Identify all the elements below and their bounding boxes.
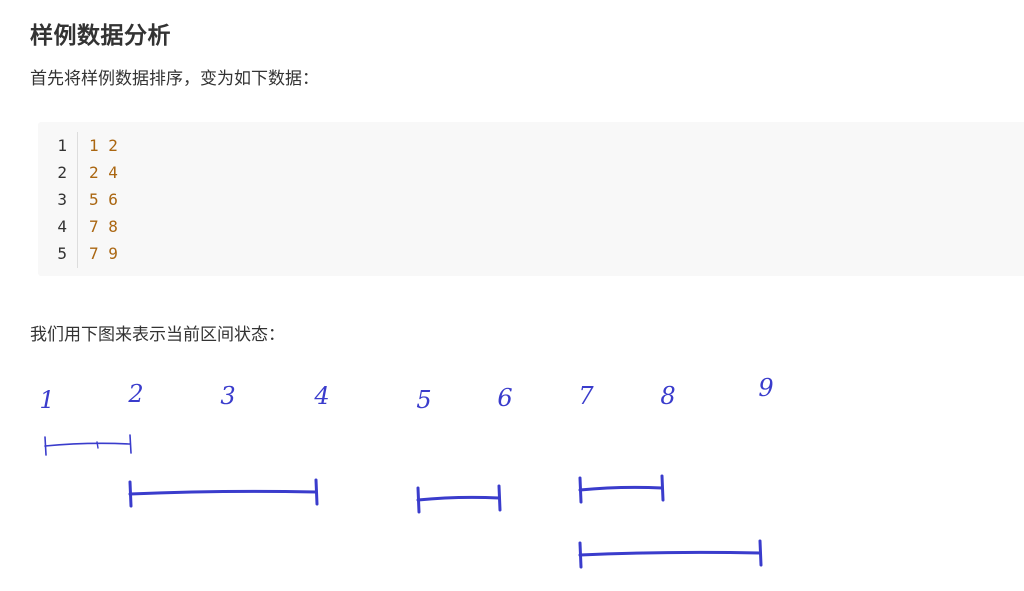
sketch-number-label: 9 bbox=[758, 374, 773, 402]
interval-bar bbox=[416, 484, 502, 514]
intro-paragraph: 首先将样例数据排序，变为如下数据： bbox=[30, 69, 319, 89]
line-number: 3 bbox=[57, 190, 67, 209]
diagram-caption: 我们用下图来表示当前区间状态： bbox=[30, 325, 285, 345]
line-number: 4 bbox=[57, 217, 67, 236]
sketch-number-label: 5 bbox=[416, 386, 431, 414]
interval-bar bbox=[578, 539, 763, 569]
gutter-divider bbox=[77, 132, 78, 268]
sketch-number-label: 3 bbox=[220, 382, 235, 410]
sketch-number-label: 2 bbox=[127, 380, 143, 408]
code-line: 5 6 bbox=[89, 190, 118, 209]
sketch-number-label: 7 bbox=[578, 382, 594, 410]
section-heading: 样例数据分析 bbox=[30, 23, 171, 49]
line-number: 5 bbox=[57, 244, 67, 263]
line-number: 1 bbox=[57, 136, 67, 155]
sketch-number-label: 8 bbox=[660, 382, 675, 410]
sketch-tick-mark bbox=[96, 441, 99, 449]
code-line: 1 2 bbox=[89, 136, 118, 155]
interval-bar bbox=[578, 474, 665, 504]
interval-sketch: 1 2 3 4 5 6 7 8 9 bbox=[39, 374, 774, 569]
sketch-number-label: 6 bbox=[497, 384, 512, 412]
sketch-number-label: 4 bbox=[313, 382, 329, 410]
code-line: 2 4 bbox=[89, 163, 118, 182]
interval-bar bbox=[44, 434, 132, 456]
sketch-number-label: 1 bbox=[39, 386, 54, 414]
code-line: 7 8 bbox=[89, 217, 118, 236]
line-number: 2 bbox=[57, 163, 67, 182]
interval-bar bbox=[128, 478, 319, 508]
code-line: 7 9 bbox=[89, 244, 118, 263]
code-block: 1 2 3 4 5 1 2 2 4 5 6 7 8 7 9 bbox=[38, 122, 1024, 276]
